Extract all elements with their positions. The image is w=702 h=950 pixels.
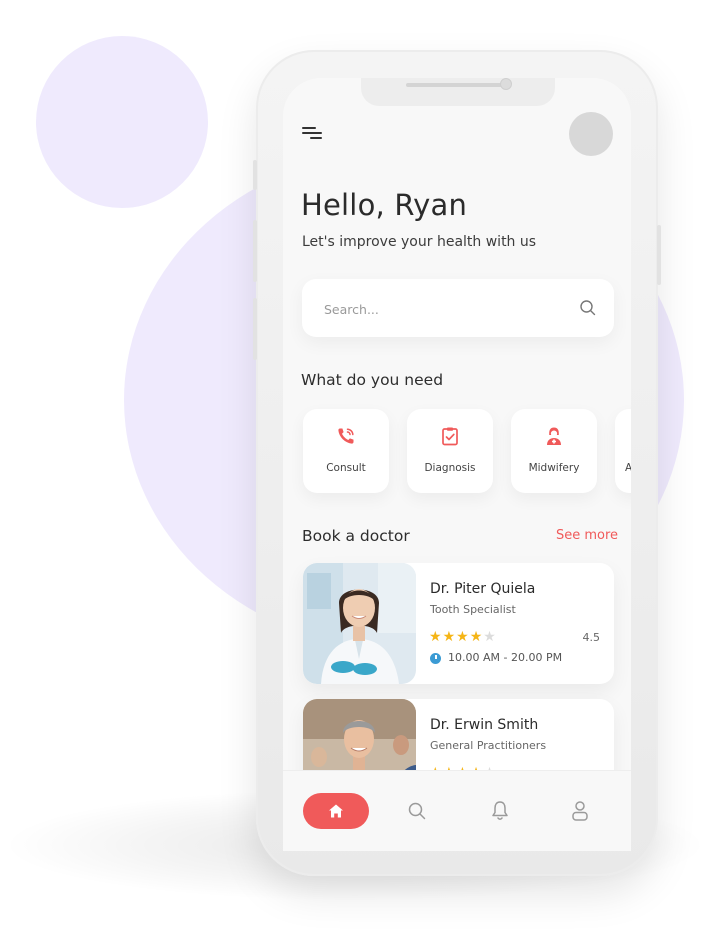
doctor-specialty: Tooth Specialist — [430, 603, 516, 616]
mute-switch — [253, 160, 257, 190]
greeting-title: Hello, Ryan — [301, 188, 468, 222]
clock-icon — [430, 653, 441, 664]
star-icon: ★ — [442, 629, 457, 645]
doctor-photo — [303, 563, 416, 684]
category-label: Diagnosis — [424, 462, 476, 474]
profile-avatar[interactable] — [569, 112, 613, 156]
doctor-name: Dr. Erwin Smith — [430, 717, 539, 733]
doctors-title: Book a doctor — [302, 527, 410, 545]
star-icon: ★ — [469, 629, 484, 645]
background-circle-small — [36, 36, 208, 208]
category-label: A — [625, 462, 631, 474]
bell-icon[interactable] — [490, 800, 510, 822]
see-more-link[interactable]: See more — [556, 528, 618, 543]
power-button — [657, 225, 661, 285]
category-label: Consult — [326, 462, 366, 474]
home-icon — [329, 804, 343, 818]
category-label: Midwifery — [528, 462, 580, 474]
phone-call-icon — [338, 428, 354, 444]
hamburger-menu-icon[interactable] — [302, 126, 322, 140]
doctor-specialty: General Practitioners — [430, 739, 547, 752]
doctor-card[interactable]: Dr. Piter Quiela Tooth Specialist ★★★★★ … — [303, 563, 614, 684]
doctor-name: Dr. Piter Quiela — [430, 581, 536, 597]
volume-down-button — [253, 298, 257, 360]
category-partial[interactable]: A — [615, 409, 631, 493]
categories-title: What do you need — [301, 371, 444, 389]
doctor-rating-stars: ★★★★★ — [429, 629, 497, 645]
category-consult[interactable]: Consult — [303, 409, 389, 493]
doctor-rating-value: 4.5 — [582, 631, 601, 644]
nurse-icon — [547, 427, 561, 445]
search-input[interactable] — [322, 279, 556, 339]
clipboard-check-icon — [442, 427, 458, 446]
user-icon[interactable] — [571, 800, 589, 822]
doctor-hours: 10.00 AM - 20.00 PM — [448, 651, 563, 664]
category-midwifery[interactable]: Midwifery — [511, 409, 597, 493]
star-icon: ★ — [429, 629, 443, 645]
star-icon: ★ — [483, 629, 497, 645]
search-icon[interactable] — [579, 299, 597, 317]
speaker-grille — [406, 83, 506, 87]
greeting-subtitle: Let's improve your health with us — [302, 234, 537, 250]
star-icon: ★ — [456, 629, 470, 645]
categories-row: Consult Diagnosis Midwifery A — [283, 400, 631, 510]
category-diagnosis[interactable]: Diagnosis — [407, 409, 493, 493]
volume-up-button — [253, 220, 257, 282]
tab-home[interactable] — [303, 793, 369, 829]
search-icon[interactable] — [407, 801, 427, 821]
front-camera — [500, 78, 512, 90]
search-bar — [302, 279, 614, 339]
